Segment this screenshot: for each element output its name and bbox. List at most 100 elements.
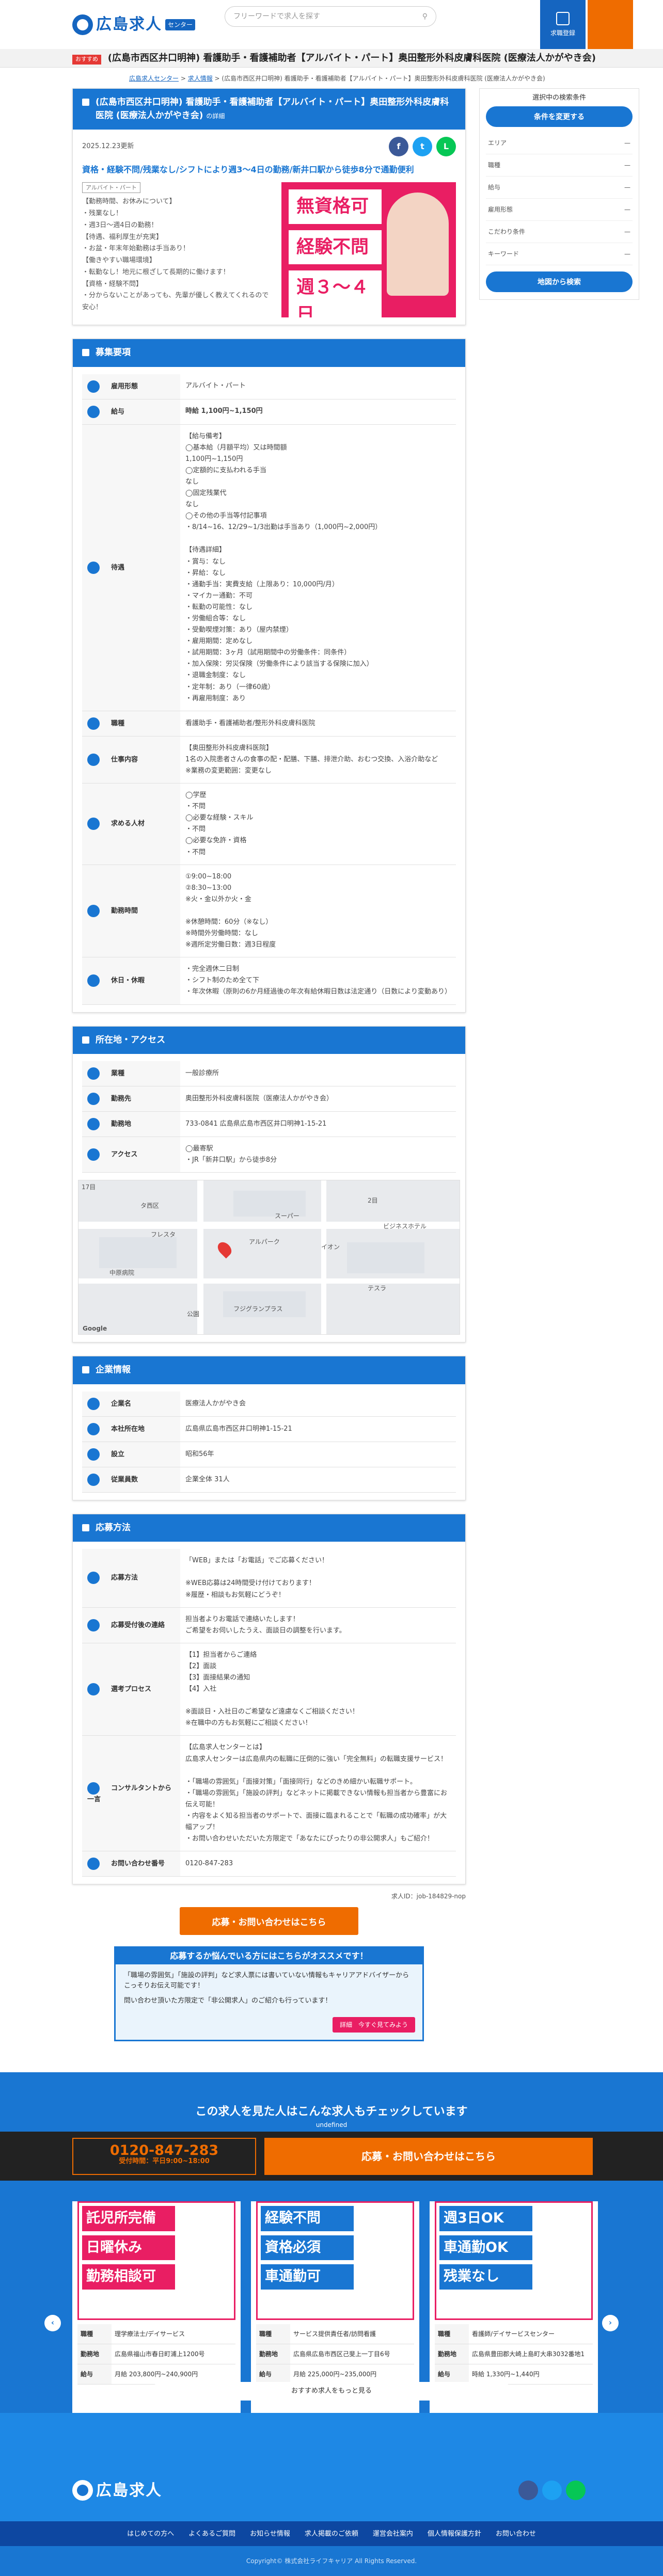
search-conditions: 選択中の検索条件 条件を変更する エリア — 職種 — 給与 — 雇用形態 — こだわり… <box>479 88 639 300</box>
twitter-icon[interactable] <box>542 2481 562 2501</box>
phone-button[interactable]: 0120-847-283 受付時間：平日9:00~18:00 <box>72 2137 256 2175</box>
breadcrumb-home[interactable]: 広島求人センター <box>129 75 179 82</box>
table-row: 従業員数 企業全体 31人 <box>82 1467 456 1493</box>
yen-icon <box>87 405 100 418</box>
map-search-button[interactable]: 地図から検索 <box>486 271 633 292</box>
page-title-bar: おすすめ (広島市西区井口明神) 看護助手・看護補助者【アルバイト・パート】奥田… <box>0 49 663 68</box>
employment-tag: アルバイト・パート <box>82 182 140 194</box>
table-row: 本社所在地 広島県広島市西区井口明神1-15-21 <box>82 1416 456 1442</box>
promo-image: 無資格可 経験不問 週３～４日 <box>281 182 456 317</box>
more-recommend-button[interactable]: おすすめ求人をもっと見る <box>152 2382 511 2401</box>
table-row: 休日・休暇 ・完全週休二日制 ・シフト制のため全て下 ・年次休暇（原則の6か月経過… <box>82 957 456 1005</box>
occupation-icon <box>87 717 100 730</box>
table-row: 設立 昭和56年 <box>82 1442 456 1467</box>
job-catchcopy: 資格・経験不問/残業なし/シフトにより週3～4日の勤務/新井口駅から徒歩8分で通… <box>82 165 414 174</box>
table-row: 応募方法 「WEB」または「お電話」でご応募ください！ ※WEB応募は24時間受け… <box>82 1549 456 1608</box>
clipboard-icon <box>556 11 570 25</box>
table-row: 求める人材 ◯学歴 ・不問 ◯必要な経験・スキル ・不問 ◯必要な免許・資格 ・不… <box>82 783 456 865</box>
line-share-icon[interactable]: L <box>436 137 456 156</box>
company-section: 企業情報 企業名 医療法人かがやき会 本社所在地 広島県広島市西区井口明神1-15-… <box>72 1356 466 1500</box>
map-pin-marker[interactable] <box>215 1239 234 1259</box>
headquarters-icon <box>87 1422 100 1435</box>
table-row: 業種 一般診療所 <box>82 1061 456 1086</box>
sidebar: 選択中の検索条件 条件を変更する エリア — 職種 — 給与 — 雇用形態 — こだわり… <box>479 88 639 2057</box>
site-header: 広島求人 センター フリーワードで求人を探す ⚲ 求職登録 ☰ MENU <box>0 0 663 49</box>
table-row: 待遇 【給与備考】 ◯基本給（月額平均）又は時間額 1,100円~1,150円 ◯… <box>82 424 456 711</box>
footer-link[interactable]: 個人情報保護方針 <box>428 2529 481 2539</box>
breadcrumb: 広島求人センター > 求人情報 > (広島市西区井口明神) 看護助手・看護補助者… <box>129 75 545 82</box>
footer-link[interactable]: お問い合わせ <box>496 2529 536 2539</box>
footer-link[interactable]: お知らせ情報 <box>250 2529 290 2539</box>
facebook-share-icon[interactable]: f <box>389 137 408 156</box>
carousel-next-arrow-icon[interactable]: › <box>602 2315 619 2332</box>
search-icon[interactable]: ⚲ <box>422 11 428 22</box>
staff-photo <box>387 193 449 296</box>
logo-icon <box>72 14 93 35</box>
recommend-section: この求人を見た人はこんな求人もチェックしています undefined 0120-… <box>0 2072 663 2413</box>
calendar-icon <box>87 974 100 987</box>
condition-row: 雇用形態 — <box>486 199 633 221</box>
contact-apply-button[interactable]: 応募・お問い合わせはこちら <box>264 2137 593 2175</box>
consult-banner[interactable]: 応募するか悩んでいる方にはこちらがオススメです！ 「職場の雰囲気」「施設の評判」… <box>114 1946 424 2042</box>
office-icon <box>82 1366 89 1374</box>
recommend-card[interactable]: 週3日OK 車通勤OK 残業なし 職種 看護師/デイサービスセンター 勤務地 広島県豊田郡… <box>430 2201 598 2413</box>
updated-date: 2025.12.23更新 <box>82 142 134 151</box>
job-summary-card: (広島市西区井口明神) 看護助手・看護補助者【アルバイト・パート】奥田整形外科皮… <box>72 88 466 325</box>
condition-row: 給与 — <box>486 177 633 199</box>
table-row: アクセス ◯最寄駅 ・JR「新井口駅」から徒歩8分 <box>82 1137 456 1173</box>
breadcrumb-jobs[interactable]: 求人情報 <box>188 75 213 82</box>
register-button[interactable]: 求職登録 <box>540 0 586 49</box>
benefit-icon <box>87 561 100 574</box>
footer-link[interactable]: よくあるご質問 <box>188 2529 235 2539</box>
employees-icon <box>87 1473 100 1486</box>
menu-button[interactable]: ☰ MENU <box>588 0 633 49</box>
footer-logo[interactable]: 広島求人 <box>72 2479 162 2502</box>
company-icon <box>87 1397 100 1410</box>
copyright: Copyright© 株式会社ライフキャリア All Rights Reserv… <box>0 2546 663 2576</box>
recommend-card[interactable]: 経験不問 資格必須 車通勤可 職種 サービス提供責任者/訪問看護 勤務地 広島県広島市西区… <box>251 2201 419 2413</box>
table-row: 職種 看護助手・看護補助者/整形外科皮膚科医院 <box>82 711 456 737</box>
consultant-icon <box>87 1782 100 1795</box>
line-icon[interactable] <box>566 2481 586 2501</box>
apply-icon <box>87 1572 100 1585</box>
map-pin-icon <box>82 1036 89 1044</box>
process-icon <box>87 1683 100 1696</box>
apply-section: 応募方法 応募方法 「WEB」または「お電話」でご応募ください！ ※WEB応募は2… <box>72 1513 466 1885</box>
search-input[interactable]: フリーワードで求人を探す ⚲ <box>225 6 436 27</box>
change-conditions-button[interactable]: 条件を変更する <box>486 106 633 127</box>
table-row: 勤務先 奥田整形外科皮膚科医院（医療法人かがやき会） <box>82 1086 456 1112</box>
apply-button[interactable]: 応募・お問い合わせはこちら <box>180 1907 358 1935</box>
clock-icon <box>87 904 100 917</box>
footer: 広島求人 <box>0 2413 663 2522</box>
condition-row: エリア — <box>486 132 633 154</box>
banner-detail-button[interactable]: 詳細 今すぐ見てみよう <box>332 2017 415 2033</box>
condition-row: 職種 — <box>486 154 633 177</box>
condition-row: こだわり条件 — <box>486 221 633 243</box>
table-row: 勤務地 733-0841 広島県広島市西区井口明神1-15-21 <box>82 1111 456 1137</box>
contact-bar: 0120-847-283 受付時間：平日9:00~18:00 応募・お問い合わせは… <box>0 2132 663 2181</box>
footer-link[interactable]: はじめての方へ <box>127 2529 174 2539</box>
hamburger-icon: ☰ <box>605 11 616 26</box>
building-icon <box>87 1093 100 1106</box>
table-row: 選考プロセス 【1】担当者からご連絡 【2】面談 【3】面接結果の通知 【4】入社… <box>82 1643 456 1736</box>
google-map[interactable]: 17目 タ西区 フレスタ スーパー 2目 中原病院 アルパーク イオン ビジネス… <box>78 1180 460 1335</box>
facebook-icon[interactable] <box>518 2481 538 2501</box>
job-description: 【勤務時間、お休みについて】 ・残業なし！ ・週3日～週4日の勤務！ 【待遇、福… <box>82 198 269 311</box>
table-row: コンサルタントから一言 【広島求人センターとは】 広島求人センターは広島県内の転職… <box>82 1735 456 1851</box>
recruit-section: 募集要項 雇用形態 アルバイト・パート 給与 時給 1,100円~1,150円 待遇… <box>72 339 466 1013</box>
inquiry-icon <box>87 1858 100 1870</box>
twitter-share-icon[interactable]: t <box>413 137 432 156</box>
footer-link[interactable]: 運営会社案内 <box>373 2529 413 2539</box>
carousel-prev-arrow-icon[interactable]: ‹ <box>44 2315 61 2332</box>
location-icon <box>87 1118 100 1131</box>
table-row: 応募受付後の連絡 担当者よりお電話で連絡いたします！ ご希望をお伺いしたうえ、面談… <box>82 1607 456 1643</box>
table-row: 企業名 医療法人かがやき会 <box>82 1391 456 1417</box>
phone-icon <box>87 1619 100 1631</box>
condition-row: キーワード — <box>486 243 633 265</box>
recommend-carousel: 託児所完備 日曜休み 勤務相談可 職種 理学療法士/デイサービス 勤務地 広島県福山市春日… <box>72 2201 598 2413</box>
site-logo[interactable]: 広島求人 センター <box>72 13 196 36</box>
recommend-card[interactable]: 託児所完備 日曜休み 勤務相談可 職種 理学療法士/デイサービス 勤務地 広島県福山市春日… <box>72 2201 241 2413</box>
task-icon <box>87 753 100 766</box>
footer-link[interactable]: 求人掲載のご依頼 <box>305 2529 358 2539</box>
page-title: (広島市西区井口明神) 看護助手・看護補助者【アルバイト・パート】奥田整形外科皮… <box>107 53 596 63</box>
